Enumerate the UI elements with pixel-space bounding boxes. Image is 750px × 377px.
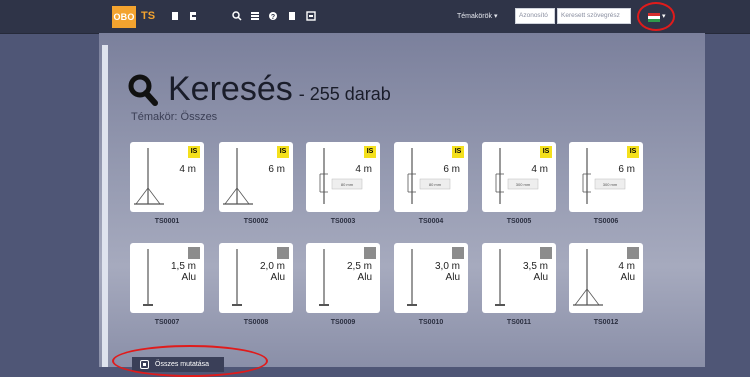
is-badge: IS bbox=[627, 146, 639, 158]
result-card[interactable]: 3,5 m Alu bbox=[482, 243, 556, 313]
result-card[interactable]: IS 4 m bbox=[130, 142, 204, 212]
left-stripe bbox=[102, 45, 108, 367]
result-length-label: 4 m bbox=[355, 164, 372, 175]
result-code[interactable]: TS0009 bbox=[306, 319, 380, 326]
is-badge: IS bbox=[188, 146, 200, 158]
result-material-label: Alu bbox=[270, 272, 285, 283]
result-length-label: 2,0 m Alu bbox=[259, 261, 285, 283]
result-code[interactable]: TS0001 bbox=[130, 218, 204, 225]
result-card[interactable]: 80 mm IS 4 m bbox=[306, 142, 380, 212]
alu-icon bbox=[277, 247, 289, 259]
result-length-label: 2,5 m Alu bbox=[346, 261, 372, 283]
is-badge: IS bbox=[277, 146, 289, 158]
search-icon[interactable] bbox=[232, 11, 242, 21]
search-large-icon bbox=[128, 74, 158, 106]
result-code[interactable]: TS0003 bbox=[306, 218, 380, 225]
result-code[interactable]: TS0005 bbox=[482, 218, 556, 225]
result-material-label: Alu bbox=[533, 272, 548, 283]
list-icon[interactable] bbox=[250, 11, 260, 21]
document-export-icon[interactable] bbox=[188, 11, 198, 21]
alu-icon bbox=[452, 247, 464, 259]
result-code[interactable]: TS0010 bbox=[394, 319, 468, 326]
result-code[interactable]: TS0012 bbox=[569, 319, 643, 326]
result-length-label: 4 m bbox=[179, 164, 196, 175]
alu-icon bbox=[627, 247, 639, 259]
result-code[interactable]: TS0011 bbox=[482, 319, 556, 326]
dimension-label: 300 mm bbox=[516, 182, 531, 187]
help-icon[interactable]: ? bbox=[268, 11, 278, 21]
result-code[interactable]: TS0004 bbox=[394, 218, 468, 225]
app-label[interactable]: TS bbox=[141, 10, 155, 22]
bookmark-icon[interactable] bbox=[287, 11, 297, 21]
result-length-label: 6 m bbox=[268, 164, 285, 175]
is-badge: IS bbox=[452, 146, 464, 158]
result-code[interactable]: TS0007 bbox=[130, 319, 204, 326]
result-card[interactable]: 80 mm IS 6 m bbox=[394, 142, 468, 212]
document-icon[interactable] bbox=[170, 11, 180, 21]
is-badge: IS bbox=[364, 146, 376, 158]
result-length-label: 6 m bbox=[443, 164, 460, 175]
dimension-label: 80 mm bbox=[429, 182, 442, 187]
result-material-label: Alu bbox=[620, 272, 635, 283]
title-text: Keresés bbox=[168, 70, 293, 108]
result-code[interactable]: TS0008 bbox=[219, 319, 293, 326]
svg-text:?: ? bbox=[271, 14, 275, 21]
alu-icon bbox=[188, 247, 200, 259]
result-card[interactable]: IS 6 m bbox=[219, 142, 293, 212]
highlight-circle-language bbox=[637, 2, 675, 31]
result-card[interactable]: 300 mm IS 4 m bbox=[482, 142, 556, 212]
text-search-input[interactable]: Keresett szövegrész bbox=[557, 8, 631, 24]
result-card[interactable]: 1,5 m Alu bbox=[130, 243, 204, 313]
result-card[interactable]: 4 m Alu bbox=[569, 243, 643, 313]
result-length-label: 4 m bbox=[531, 164, 548, 175]
page-title: Keresés - 255 darab bbox=[128, 62, 391, 106]
result-code[interactable]: TS0006 bbox=[569, 218, 643, 225]
result-code[interactable]: TS0002 bbox=[219, 218, 293, 225]
dimension-label: 300 mm bbox=[603, 182, 618, 187]
print-icon[interactable] bbox=[306, 11, 316, 21]
result-length-label: 1,5 m Alu bbox=[170, 261, 196, 283]
result-card[interactable]: 2,0 m Alu bbox=[219, 243, 293, 313]
result-card[interactable]: 3,0 m Alu bbox=[394, 243, 468, 313]
obo-logo[interactable]: OBO bbox=[112, 6, 136, 28]
result-material-label: Alu bbox=[181, 272, 196, 283]
topic-label: Témakör: Összes bbox=[131, 111, 218, 123]
result-length-label: 3,0 m Alu bbox=[434, 261, 460, 283]
alu-icon bbox=[364, 247, 376, 259]
result-count: - 255 darab bbox=[298, 84, 391, 104]
result-card[interactable]: 2,5 m Alu bbox=[306, 243, 380, 313]
result-material-label: Alu bbox=[357, 272, 372, 283]
id-search-input[interactable]: Azonosító bbox=[515, 8, 555, 24]
result-length-label: 6 m bbox=[618, 164, 635, 175]
result-card[interactable]: 300 mm IS 6 m bbox=[569, 142, 643, 212]
result-material-label: Alu bbox=[445, 272, 460, 283]
result-length-label: 4 m Alu bbox=[618, 261, 635, 283]
topics-dropdown[interactable]: Témakörök ▾ bbox=[457, 12, 497, 20]
highlight-circle-show-all bbox=[112, 345, 268, 377]
is-badge: IS bbox=[540, 146, 552, 158]
dimension-label: 80 mm bbox=[341, 182, 354, 187]
result-length-label: 3,5 m Alu bbox=[522, 261, 548, 283]
alu-icon bbox=[540, 247, 552, 259]
